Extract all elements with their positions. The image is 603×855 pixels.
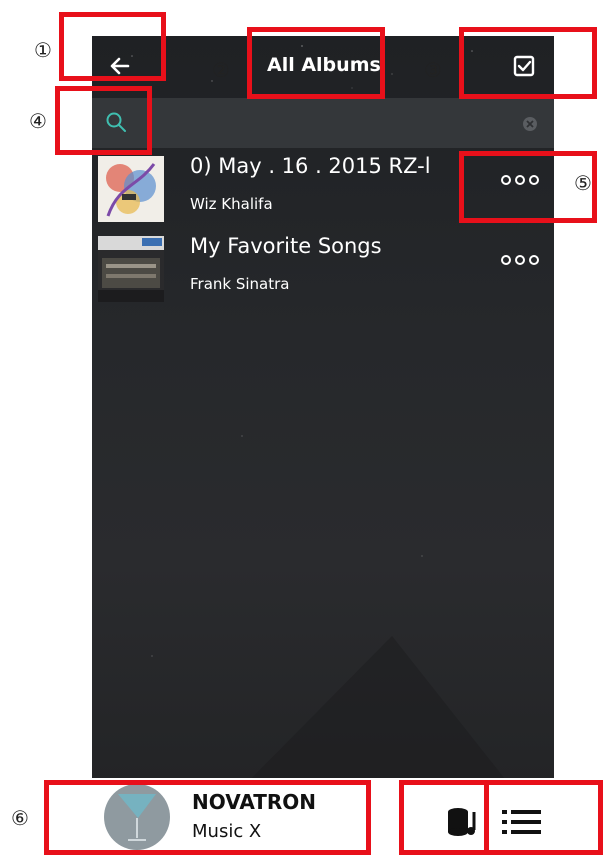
annotation-box	[59, 12, 166, 81]
callout-number: ③	[424, 58, 442, 82]
album-cover-image	[98, 236, 164, 302]
annotation-box	[247, 27, 385, 99]
album-artist: Wiz Khalifa	[190, 195, 273, 213]
album-art	[98, 156, 164, 222]
search-input[interactable]	[140, 108, 514, 140]
callout-number: ④	[29, 109, 47, 133]
callout-number: ②	[212, 58, 230, 82]
callout-number: ⑥	[11, 806, 29, 830]
more-dots-icon	[501, 255, 539, 265]
album-artist: Frank Sinatra	[190, 275, 290, 293]
callout-number: ⑤	[574, 171, 592, 195]
album-art	[98, 236, 164, 302]
more-options-button[interactable]	[496, 246, 544, 274]
album-cover-image	[98, 156, 164, 222]
annotation-box	[55, 86, 152, 155]
search-bar	[92, 98, 554, 148]
callout-number: ①	[34, 38, 52, 62]
annotation-box	[44, 780, 371, 855]
annotation-box	[459, 27, 597, 99]
album-list-item[interactable]: My Favorite Songs Frank Sinatra	[92, 228, 554, 308]
album-title: 0) May . 16 . 2015 RZ-l	[190, 154, 431, 178]
clear-icon[interactable]	[522, 116, 538, 132]
app-screen: All Albums 0) May . 16 . 2015 RZ-l Wiz K…	[92, 36, 554, 788]
annotation-box	[484, 780, 603, 855]
album-title: My Favorite Songs	[190, 234, 382, 258]
